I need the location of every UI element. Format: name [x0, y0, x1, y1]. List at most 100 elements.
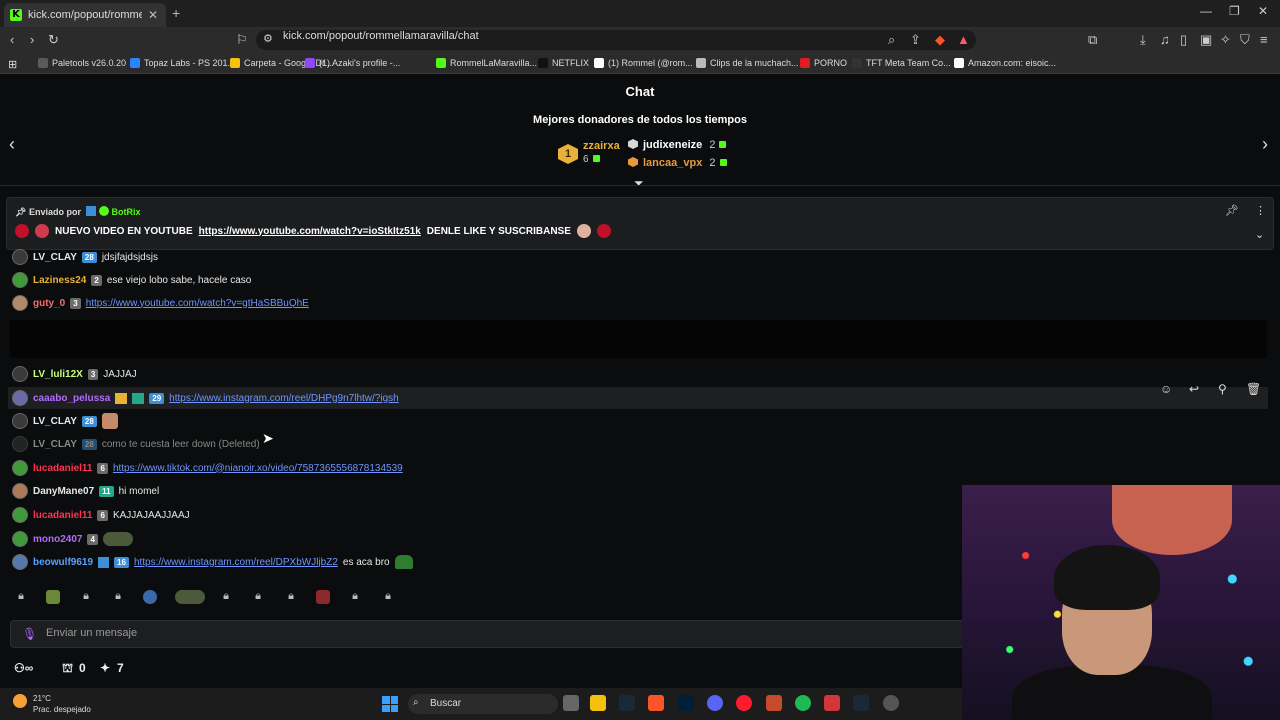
bookmark-item[interactable]: Topaz Labs - PS 201... [130, 58, 235, 68]
bookmark-item[interactable]: RommelLaMaravilla... [436, 58, 537, 68]
new-tab-button[interactable]: + [172, 5, 180, 21]
username[interactable]: LV_luli12X [33, 369, 83, 380]
locked-emote-icon[interactable]: 🔒︎ [381, 590, 395, 604]
minimize-icon[interactable]: — [1200, 4, 1212, 18]
brave-icon[interactable] [648, 695, 664, 711]
apps-icon[interactable]: ⊞ [8, 58, 17, 71]
tab-close-icon[interactable]: ✕ [148, 8, 158, 22]
chat-message[interactable]: lucadaniel11 6 https://www.tiktok.com/@n… [12, 459, 403, 477]
username[interactable]: mono2407 [33, 534, 82, 545]
delete-icon[interactable]: 🗑︎ [1246, 382, 1261, 396]
sidebar-icon[interactable]: ▯ [1180, 32, 1187, 48]
donor-name[interactable]: zzairxa [583, 140, 620, 152]
discord-icon[interactable] [707, 695, 723, 711]
users-icon[interactable]: ⚇∞ [14, 661, 33, 675]
bookmark-item[interactable]: Paletools v26.0.20 [38, 58, 126, 68]
locked-emote-icon[interactable]: 🔒︎ [14, 590, 28, 604]
steam-icon[interactable] [619, 695, 635, 711]
locked-emote-icon[interactable]: 🔒︎ [348, 590, 362, 604]
browser-tab[interactable]: K kick.com/popout/rommellamaravilla ✕ [4, 3, 166, 27]
maximize-icon[interactable]: ❐ [1229, 4, 1240, 18]
react-icon[interactable]: ☺ [1160, 382, 1172, 396]
steam-icon[interactable] [853, 695, 869, 711]
site-info-icon[interactable]: ⚙ [263, 32, 273, 45]
chat-message[interactable]: LV_luli12X 3 JAJJAJ [12, 365, 137, 383]
emote-icon[interactable] [175, 590, 205, 604]
photoshop-icon[interactable] [678, 695, 694, 711]
pinned-sender-name[interactable]: BotRix [112, 207, 141, 217]
username[interactable]: lucadaniel11 [33, 463, 92, 474]
username[interactable]: guty_0 [33, 298, 65, 309]
username[interactable]: DanyMane07 [33, 486, 94, 497]
points-icon[interactable]: ⛫ [62, 661, 73, 677]
bookmark-item[interactable]: NETFLIX [538, 58, 589, 68]
reload-icon[interactable]: ↻ [48, 32, 59, 48]
locked-emote-icon[interactable]: 🔒︎ [251, 590, 265, 604]
more-icon[interactable]: ⋮ [1255, 204, 1266, 217]
donors-prev-icon[interactable]: ‹ [9, 134, 15, 155]
locked-emote-icon[interactable]: 🔒︎ [79, 590, 93, 604]
bookmark-item[interactable]: (1) Azaki's profile -... [305, 58, 400, 68]
share-icon[interactable]: ⇪ [910, 32, 921, 48]
bookmark-item[interactable]: PORNO [800, 58, 847, 68]
chat-message[interactable]: Laziness24 2 ese viejo lobo sabe, hacele… [12, 271, 251, 289]
spotify-icon[interactable] [795, 695, 811, 711]
bookmark-item[interactable]: Amazon.com: eisoic... [954, 58, 1056, 68]
locked-emote-icon[interactable]: 🔒︎ [219, 590, 233, 604]
file-explorer-icon[interactable] [590, 695, 606, 711]
back-icon[interactable]: ‹ [10, 32, 14, 47]
chat-message[interactable]: LV_CLAY 28 [12, 412, 118, 430]
donor-name[interactable]: lancaa_vpx [643, 157, 702, 169]
donor-name[interactable]: judixeneize [643, 139, 702, 151]
emote-icon[interactable] [316, 590, 330, 604]
app-icon[interactable] [883, 695, 899, 711]
taskbar-search[interactable]: Buscar [408, 694, 558, 714]
chat-message[interactable]: LV_CLAY 28 como te cuesta leer down (Del… [12, 435, 260, 453]
unpin-icon[interactable]: 📌︎ [1225, 204, 1239, 217]
message-link[interactable]: https://www.tiktok.com/@nianoir.xo/video… [113, 463, 403, 474]
pin-message-icon[interactable]: ⚲ [1218, 382, 1227, 396]
chat-message[interactable]: guty_0 3 https://www.youtube.com/watch?v… [12, 294, 309, 312]
leo-icon[interactable]: ✧ [1220, 32, 1231, 48]
locked-emote-icon[interactable]: 🔒︎ [111, 590, 125, 604]
riot-icon[interactable] [824, 695, 840, 711]
vpn-icon[interactable]: ⛉ [1240, 32, 1250, 48]
username[interactable]: LV_CLAY [33, 416, 77, 427]
bookmark-item[interactable]: TFT Meta Team Co... [852, 58, 951, 68]
window-close-icon[interactable]: ✕ [1258, 4, 1268, 18]
locked-emote-icon[interactable]: 🔒︎ [284, 590, 298, 604]
chat-message[interactable]: lucadaniel11 6 KAJJAJAAJJAAJ [12, 506, 190, 524]
wallet-icon[interactable]: ▣ [1200, 32, 1212, 48]
chat-message[interactable]: beowulf9619 16 https://www.instagram.com… [12, 553, 413, 571]
media-icon[interactable]: ♫ [1160, 32, 1170, 47]
emote-icon[interactable] [143, 590, 157, 604]
brave-shield-icon[interactable]: ◆ [935, 32, 945, 48]
username[interactable]: LV_CLAY [33, 252, 77, 263]
username[interactable]: beowulf9619 [33, 557, 93, 568]
mic-icon[interactable]: 🎙︎ [22, 627, 37, 641]
bookmark-item[interactable]: Clips de la muchach... [696, 58, 799, 68]
url-text[interactable]: kick.com/popout/rommellamaravilla/chat [283, 30, 479, 42]
expand-icon[interactable]: ⌄ [1255, 228, 1264, 241]
message-link[interactable]: https://www.instagram.com/reel/DHPg9n7lh… [169, 393, 399, 404]
brave-rewards-icon[interactable]: ▲ [957, 32, 970, 47]
chat-input[interactable] [10, 620, 970, 648]
app-icon[interactable] [766, 695, 782, 711]
username[interactable]: Laziness24 [33, 275, 86, 286]
pinned-link[interactable]: https://www.youtube.com/watch?v=ioStkItz… [199, 226, 421, 237]
bookmark-item[interactable]: (1) Rommel (@rom... [594, 58, 693, 68]
username[interactable]: LV_CLAY [33, 439, 77, 450]
menu-icon[interactable]: ≡ [1260, 32, 1268, 47]
collapse-donors-icon[interactable]: ⏷ [634, 176, 644, 191]
donors-next-icon[interactable]: › [1262, 134, 1268, 155]
message-link[interactable]: https://www.instagram.com/reel/DPXbWJljb… [134, 557, 338, 568]
username[interactable]: caaabo_pelussa [33, 393, 110, 404]
downloads-icon[interactable]: ⤓ [1140, 32, 1146, 48]
forward-icon[interactable]: › [30, 32, 34, 47]
message-link[interactable]: https://www.youtube.com/watch?v=gtHaSBBu… [86, 298, 309, 309]
windows-start-icon[interactable] [382, 696, 398, 712]
emote-icon[interactable] [46, 590, 60, 604]
chat-message[interactable]: DanyMane07 11 hi momel [12, 482, 159, 500]
weather-widget[interactable]: 21°C Prac. despejado [33, 693, 91, 715]
chat-message[interactable]: mono2407 4 [12, 530, 133, 548]
